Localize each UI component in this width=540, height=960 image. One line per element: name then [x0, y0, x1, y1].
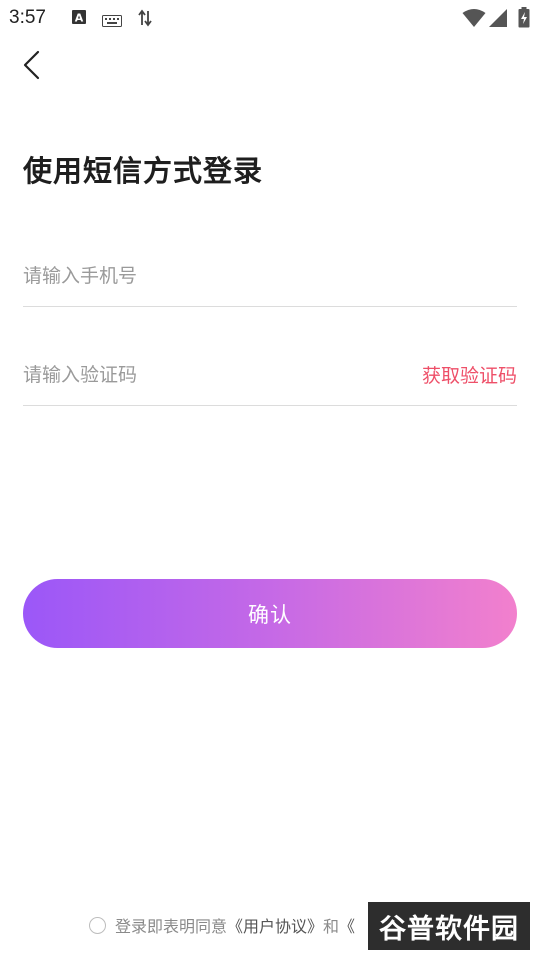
- confirm-button[interactable]: 确认: [23, 579, 517, 648]
- battery-charging-icon: [518, 7, 530, 32]
- agreement: 登录即表明同意 《用户协议》 和 《: [89, 914, 355, 936]
- wifi-icon: [462, 8, 486, 32]
- phone-input[interactable]: [23, 258, 383, 294]
- agreement-conjunction: 和: [323, 917, 340, 936]
- agree-checkbox[interactable]: [89, 916, 106, 934]
- get-code-button[interactable]: 获取验证码: [422, 361, 517, 388]
- chevron-left-icon: [22, 50, 42, 84]
- privacy-policy-link[interactable]: 《: [339, 913, 355, 937]
- user-agreement-link[interactable]: 《用户协议》: [227, 913, 323, 937]
- agreement-prefix: 登录即表明同意: [115, 917, 228, 936]
- verification-code-input[interactable]: [23, 357, 383, 393]
- signal-icon: [488, 8, 508, 32]
- status-bar: 3:57 A: [0, 0, 540, 36]
- data-transfer-icon: [138, 9, 152, 31]
- back-button[interactable]: [14, 48, 50, 86]
- code-field: 获取验证码: [23, 345, 517, 406]
- svg-text:A: A: [75, 12, 84, 25]
- status-time: 3:57: [9, 7, 46, 28]
- keyboard-a-icon: A: [71, 9, 87, 29]
- watermark-brand: 谷普软件园: [379, 913, 519, 945]
- phone-field: [23, 246, 517, 307]
- watermark: 谷普软件园: [368, 902, 530, 950]
- page-title: 使用短信方式登录: [23, 154, 264, 188]
- keyboard-icon: [102, 12, 122, 31]
